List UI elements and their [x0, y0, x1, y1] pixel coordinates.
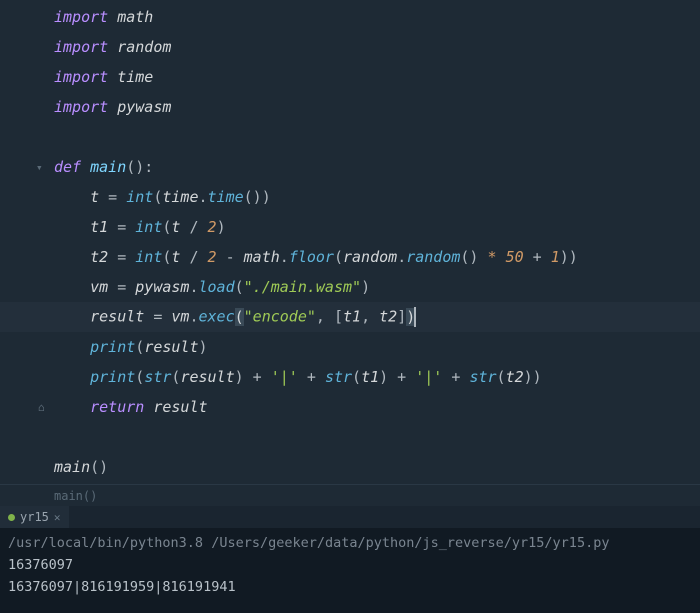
line-gutter [0, 242, 48, 272]
terminal-line: 16376097 [8, 554, 692, 576]
line-gutter [0, 122, 48, 152]
terminal-tab[interactable]: yr15 ✕ [0, 506, 69, 528]
close-icon[interactable]: ✕ [54, 511, 61, 524]
code-line[interactable]: import math [0, 2, 700, 32]
code-line[interactable]: print(str(result) + '|' + str(t1) + '|' … [0, 362, 700, 392]
line-gutter [0, 362, 48, 392]
code-line-empty[interactable] [0, 122, 700, 152]
terminal-tab-bar[interactable]: yr15 ✕ [0, 506, 700, 528]
terminal-tab-label: yr15 [20, 510, 49, 524]
code-line[interactable]: t1 = int(t / 2) [0, 212, 700, 242]
terminal-output[interactable]: /usr/local/bin/python3.8 /Users/geeker/d… [0, 528, 700, 613]
line-gutter [0, 32, 48, 62]
code-line[interactable]: t = int(time.time()) [0, 182, 700, 212]
line-gutter [0, 212, 48, 242]
code-line[interactable]: ⌂ return result [0, 392, 700, 422]
line-gutter: ▾ [0, 152, 48, 182]
code-line[interactable]: ▾ def main(): [0, 152, 700, 182]
code-line[interactable]: t2 = int(t / 2 - math.floor(random.rando… [0, 242, 700, 272]
run-status-icon [8, 514, 15, 521]
terminal-line: 16376097|816191959|816191941 [8, 576, 692, 598]
line-gutter [0, 422, 48, 452]
code-line[interactable]: import time [0, 62, 700, 92]
code-line[interactable]: import random [0, 32, 700, 62]
fold-icon[interactable]: ▾ [36, 161, 43, 174]
line-gutter [0, 2, 48, 32]
code-line[interactable]: print(result) [0, 332, 700, 362]
line-gutter [0, 182, 48, 212]
matching-paren-open: ( [235, 308, 244, 326]
lock-icon: ⌂ [38, 401, 45, 414]
text-cursor [414, 307, 416, 327]
line-gutter [0, 302, 48, 332]
code-line[interactable]: main() [0, 452, 700, 482]
line-gutter [0, 272, 48, 302]
code-line[interactable]: import pywasm [0, 92, 700, 122]
line-gutter [0, 332, 48, 362]
breadcrumb[interactable]: main() [0, 484, 700, 506]
code-line-empty[interactable] [0, 422, 700, 452]
code-line[interactable]: vm = pywasm.load("./main.wasm") [0, 272, 700, 302]
terminal-line: /usr/local/bin/python3.8 /Users/geeker/d… [8, 532, 692, 554]
code-line-active[interactable]: result = vm.exec("encode", [t1, t2]) [0, 302, 700, 332]
line-gutter [0, 92, 48, 122]
code-editor[interactable]: import math import random import time im… [0, 0, 700, 484]
breadcrumb-item[interactable]: main() [54, 489, 97, 503]
line-gutter: ⌂ [0, 392, 48, 422]
line-gutter [0, 452, 48, 482]
line-gutter [0, 62, 48, 92]
